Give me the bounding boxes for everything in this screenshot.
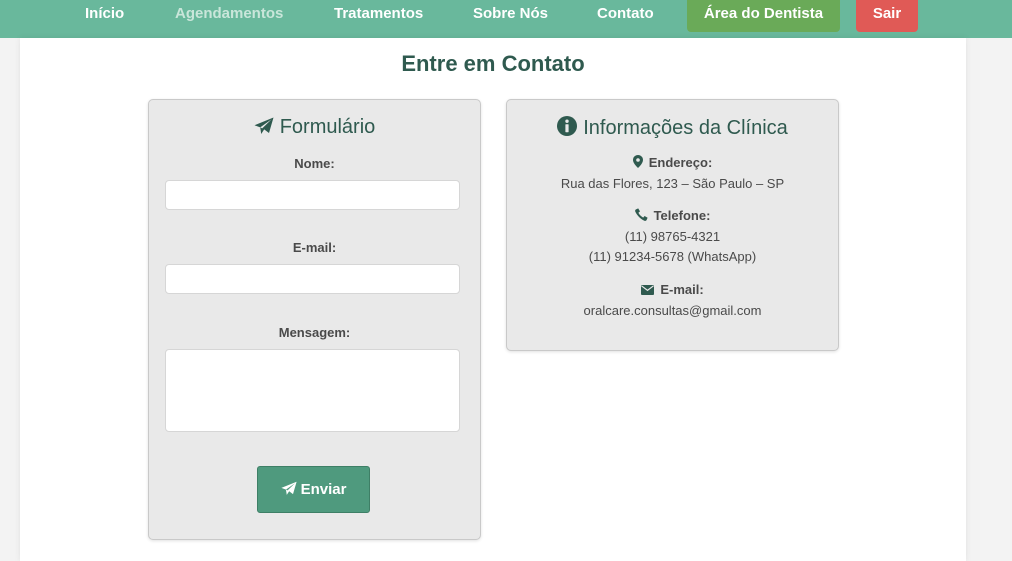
form-title-text: Formulário [279, 116, 376, 138]
email-info-label-text: E-mail: [660, 282, 704, 297]
phone-icon [634, 208, 648, 221]
envelope-icon [641, 285, 655, 295]
phone-label-text: Telefone: [653, 208, 711, 223]
nav-link-sobre-nos[interactable]: Sobre Nós [473, 0, 548, 30]
email-info-label: E-mail: [507, 282, 838, 297]
message-label: Mensagem: [278, 325, 351, 340]
dentist-area-button[interactable]: Área do Dentista [687, 0, 840, 32]
email-input[interactable] [165, 264, 460, 294]
info-card-title: Informações da Clínica [507, 116, 838, 140]
paper-plane-icon [254, 117, 274, 134]
map-marker-icon [632, 155, 643, 168]
contact-form-card: Formulário Nome: E-mail: Mensagem: Envia… [148, 99, 481, 540]
email-info-value: oralcare.consultas@gmail.com [583, 303, 762, 318]
page-title: Entre em Contato [401, 51, 585, 76]
info-title-text: Informações da Clínica [583, 117, 788, 139]
info-circle-icon [557, 116, 578, 136]
address-label: Endereço: [507, 155, 838, 170]
top-navbar: Início Agendamentos Tratamentos Sobre Nó… [0, 0, 1012, 38]
clinic-info-card: Informações da Clínica Endereço: Rua das… [506, 99, 839, 351]
email-label: E-mail: [292, 240, 337, 255]
phone-value-1: (11) 98765-4321 [624, 229, 721, 244]
nav-link-agendamentos[interactable]: Agendamentos [175, 0, 283, 30]
name-label: Nome: [294, 156, 335, 171]
form-card-title: Formulário [149, 116, 480, 139]
address-value: Rua das Flores, 123 – São Paulo – SP [560, 176, 785, 191]
nav-link-tratamentos[interactable]: Tratamentos [334, 0, 423, 30]
phone-value-2: (11) 91234-5678 (WhatsApp) [588, 249, 757, 264]
message-textarea[interactable] [165, 349, 460, 432]
phone-label: Telefone: [507, 208, 838, 223]
logout-button[interactable]: Sair [856, 0, 918, 32]
paper-plane-icon [280, 481, 297, 495]
submit-button[interactable]: Enviar [257, 466, 370, 513]
name-input[interactable] [165, 180, 460, 210]
nav-link-inicio[interactable]: Início [85, 0, 124, 30]
address-label-text: Endereço: [648, 155, 713, 170]
nav-link-contato[interactable]: Contato [597, 0, 654, 30]
submit-button-label: Enviar [300, 481, 347, 498]
